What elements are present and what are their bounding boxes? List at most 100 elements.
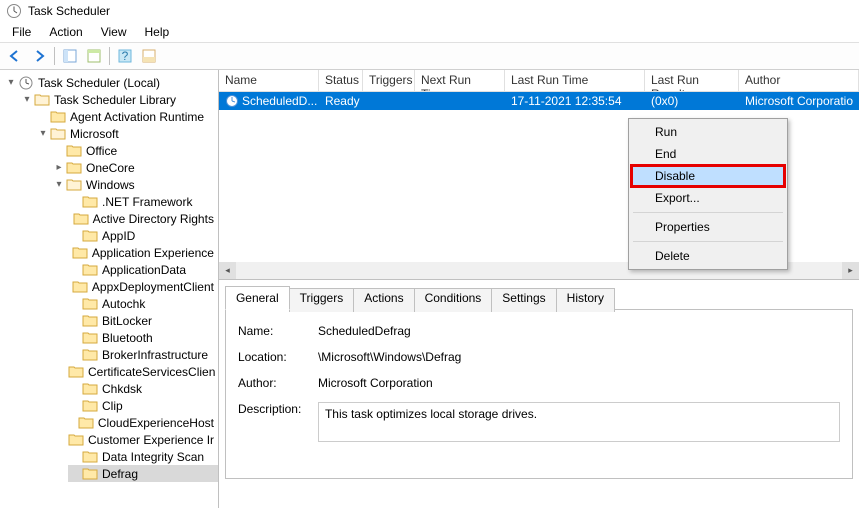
expand-icon[interactable]: ▸ xyxy=(52,162,66,173)
folder-icon xyxy=(72,246,88,259)
tree-item[interactable]: Autochk xyxy=(68,295,218,312)
tree-label: Clip xyxy=(102,399,123,413)
menu-file[interactable]: File xyxy=(4,23,39,41)
col-triggers[interactable]: Triggers xyxy=(363,70,415,91)
tree-item[interactable]: Agent Activation Runtime xyxy=(36,108,218,125)
folder-icon xyxy=(82,331,98,344)
tree-item[interactable]: Defrag xyxy=(68,465,218,482)
forward-button[interactable] xyxy=(28,45,50,67)
ctx-properties[interactable]: Properties xyxy=(631,216,785,238)
tree-item[interactable]: ▸ OneCore xyxy=(52,159,218,176)
tree-item[interactable]: Application Experience xyxy=(68,244,218,261)
col-author[interactable]: Author xyxy=(739,70,859,91)
properties-button[interactable] xyxy=(83,45,105,67)
tree-label: Autochk xyxy=(102,297,145,311)
folder-icon xyxy=(50,110,66,123)
tree-item[interactable]: .NET Framework xyxy=(68,193,218,210)
folder-icon xyxy=(82,467,98,480)
tree-library[interactable]: ▾ Task Scheduler Library xyxy=(20,91,218,108)
tree-label: Task Scheduler (Local) xyxy=(38,76,160,90)
refresh-button[interactable] xyxy=(138,45,160,67)
help-button[interactable]: ? xyxy=(114,45,136,67)
scroll-left-icon[interactable]: ◂ xyxy=(219,262,236,279)
folder-open-icon xyxy=(66,178,82,191)
tree-label: OneCore xyxy=(86,161,135,175)
col-name[interactable]: Name xyxy=(219,70,319,91)
detail-tabs: General Triggers Actions Conditions Sett… xyxy=(225,286,853,310)
expand-icon[interactable]: ▾ xyxy=(36,128,50,139)
folder-icon xyxy=(82,348,98,361)
tab-actions[interactable]: Actions xyxy=(353,288,414,312)
col-result[interactable]: Last Run Result xyxy=(645,70,739,91)
tree-microsoft[interactable]: ▾Microsoft xyxy=(36,125,218,142)
tree-label: Windows xyxy=(86,178,135,192)
tree-label: CertificateServicesClien xyxy=(88,365,215,379)
ctx-delete[interactable]: Delete xyxy=(631,245,785,267)
cell-result: (0x0) xyxy=(645,93,739,109)
tree-item[interactable]: BitLocker xyxy=(68,312,218,329)
folder-icon xyxy=(82,297,98,310)
scroll-right-icon[interactable]: ▸ xyxy=(842,262,859,279)
tree-item[interactable]: Active Directory Rights xyxy=(68,210,218,227)
action-pane-button[interactable] xyxy=(59,45,81,67)
ctx-run[interactable]: Run xyxy=(631,121,785,143)
tree-label: AppxDeploymentClient xyxy=(92,280,214,294)
tree-label: BitLocker xyxy=(102,314,152,328)
menu-help[interactable]: Help xyxy=(137,23,178,41)
detail-name-label: Name: xyxy=(238,324,318,338)
tree-item[interactable]: BrokerInfrastructure xyxy=(68,346,218,363)
tree-item[interactable]: Customer Experience Ir xyxy=(68,431,218,448)
expand-icon[interactable]: ▾ xyxy=(4,77,18,88)
tab-history[interactable]: History xyxy=(556,288,615,312)
col-next[interactable]: Next Run Time xyxy=(415,70,505,91)
tree-windows[interactable]: ▾ Windows xyxy=(52,176,218,193)
ctx-separator xyxy=(633,241,783,242)
tree-pane: ▾ Task Scheduler (Local) ▾ Task Schedule… xyxy=(0,70,219,508)
folder-icon xyxy=(82,382,98,395)
folder-icon xyxy=(66,144,82,157)
back-button[interactable] xyxy=(4,45,26,67)
tree-label: Bluetooth xyxy=(102,331,153,345)
tab-triggers[interactable]: Triggers xyxy=(289,288,355,312)
folder-icon xyxy=(82,450,98,463)
folder-icon xyxy=(82,399,98,412)
col-last[interactable]: Last Run Time xyxy=(505,70,645,91)
ctx-disable[interactable]: Disable xyxy=(631,165,785,187)
tree-item[interactable]: AppID xyxy=(68,227,218,244)
cell-last: 17-11-2021 12:35:54 xyxy=(505,93,645,109)
tab-conditions[interactable]: Conditions xyxy=(414,288,493,312)
tree-item[interactable]: CertificateServicesClien xyxy=(68,363,218,380)
tree-label: Chkdsk xyxy=(102,382,142,396)
tree-item[interactable]: Clip xyxy=(68,397,218,414)
tree-item[interactable]: ApplicationData xyxy=(68,261,218,278)
tree-label: .NET Framework xyxy=(102,195,192,209)
context-menu: Run End Disable Export... Properties Del… xyxy=(628,118,788,270)
task-row-selected[interactable]: ScheduledD... Ready 17-11-2021 12:35:54 … xyxy=(219,92,859,110)
col-status[interactable]: Status xyxy=(319,70,363,91)
tree-label: Defrag xyxy=(102,467,138,481)
expand-icon[interactable]: ▾ xyxy=(20,94,34,105)
expand-icon[interactable]: ▾ xyxy=(52,179,66,190)
detail-description-value: This task optimizes local storage drives… xyxy=(318,402,840,442)
tree-item[interactable]: AppxDeploymentClient xyxy=(68,278,218,295)
ctx-end[interactable]: End xyxy=(631,143,785,165)
tree-item[interactable]: Chkdsk xyxy=(68,380,218,397)
menu-action[interactable]: Action xyxy=(41,23,90,41)
svg-text:?: ? xyxy=(122,49,129,63)
toolbar: ? xyxy=(0,42,859,70)
tab-general[interactable]: General xyxy=(225,286,290,310)
tree-item[interactable]: CloudExperienceHost xyxy=(68,414,218,431)
tree-item[interactable]: Bluetooth xyxy=(68,329,218,346)
tree-label: ApplicationData xyxy=(102,263,186,277)
tree-item[interactable]: Office xyxy=(52,142,218,159)
detail-description-label: Description: xyxy=(238,402,318,416)
cell-name: ScheduledD... xyxy=(242,94,317,108)
detail-author-label: Author: xyxy=(238,376,318,390)
tab-settings[interactable]: Settings xyxy=(491,288,556,312)
tree-label: AppID xyxy=(102,229,135,243)
ctx-export[interactable]: Export... xyxy=(631,187,785,209)
app-icon xyxy=(6,3,22,19)
menu-view[interactable]: View xyxy=(93,23,135,41)
tree-root[interactable]: ▾ Task Scheduler (Local) xyxy=(4,74,218,91)
tree-item[interactable]: Data Integrity Scan xyxy=(68,448,218,465)
